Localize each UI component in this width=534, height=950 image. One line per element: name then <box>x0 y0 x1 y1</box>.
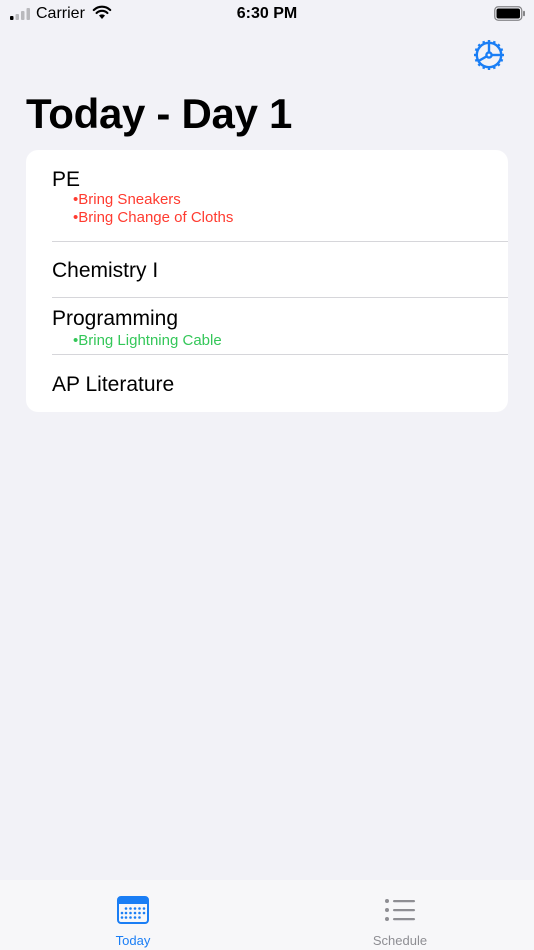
class-row-programming[interactable]: Programming •Bring Lightning Cable <box>26 298 508 355</box>
battery-icon <box>494 6 525 21</box>
class-note: •Bring Lightning Cable <box>73 332 222 349</box>
tab-label: Today <box>115 933 151 948</box>
tab-schedule[interactable]: Schedule <box>340 880 460 950</box>
class-note: •Bring Change of Cloths <box>73 209 234 226</box>
class-name: Chemistry I <box>52 259 159 282</box>
status-bar: Carrier 6:30 PM <box>0 0 534 28</box>
list-icon <box>385 899 415 921</box>
page-title: Today - Day 1 <box>26 90 293 137</box>
tab-bar: Today Schedule <box>0 880 534 950</box>
settings-button[interactable] <box>472 38 506 72</box>
class-list: PE •Bring Sneakers •Bring Change of Clot… <box>26 150 508 412</box>
tab-label: Schedule <box>372 933 428 948</box>
calendar-icon <box>117 896 149 924</box>
class-note: •Bring Sneakers <box>73 191 181 208</box>
app-screen: Carrier 6:30 PM Today - Day 1 PE •Bring … <box>0 0 534 950</box>
class-name: Programming <box>52 307 179 330</box>
class-name: AP Literature <box>52 373 175 396</box>
class-row-chemistry[interactable]: Chemistry I <box>26 242 508 298</box>
class-name: PE <box>52 168 81 191</box>
status-time: 6:30 PM <box>236 5 298 22</box>
gear-icon <box>474 40 504 70</box>
class-row-pe[interactable]: PE •Bring Sneakers •Bring Change of Clot… <box>26 150 508 242</box>
tab-today[interactable]: Today <box>73 880 193 950</box>
class-row-ap-literature[interactable]: AP Literature <box>26 355 508 412</box>
